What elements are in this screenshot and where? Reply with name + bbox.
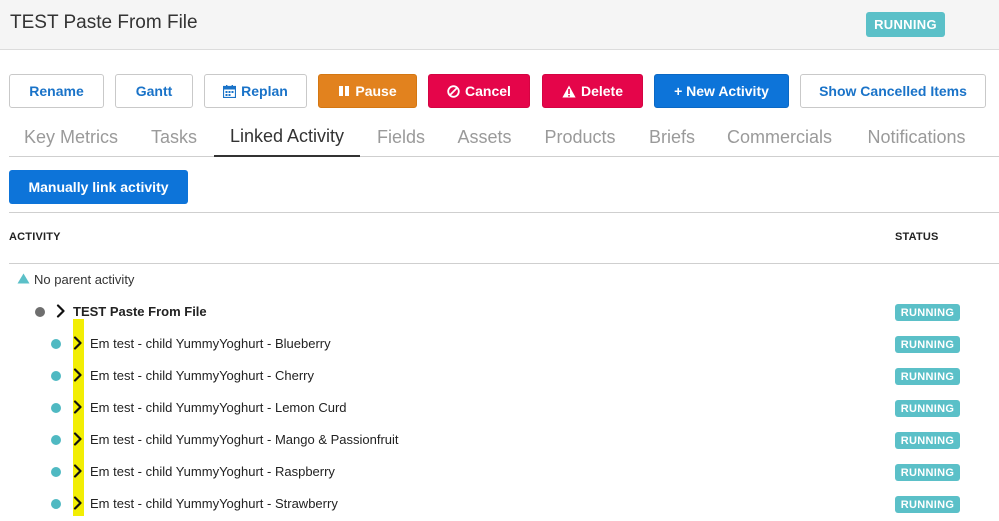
no-parent-label: No parent activity xyxy=(34,272,135,287)
tab-products[interactable]: Products xyxy=(544,118,616,156)
chevron-right-icon[interactable] xyxy=(73,496,83,510)
status-badge: RUNNING xyxy=(895,368,960,385)
divider xyxy=(9,212,999,213)
column-header-activity: ACTIVITY xyxy=(9,231,61,243)
tab-briefs[interactable]: Briefs xyxy=(648,118,696,156)
cancel-button-label: Cancel xyxy=(465,83,511,99)
show-cancelled-items-label: Show Cancelled Items xyxy=(819,83,967,99)
tab-key-metrics[interactable]: Key Metrics xyxy=(24,118,118,156)
status-badge: RUNNING xyxy=(895,432,960,449)
page-title: TEST Paste From File xyxy=(10,12,198,33)
tab-notifications[interactable]: Notifications xyxy=(865,118,968,156)
chevron-right-icon[interactable] xyxy=(73,336,83,350)
no-parent-activity: No parent activity xyxy=(17,272,134,287)
new-activity-button-label: + New Activity xyxy=(674,83,769,99)
activity-name[interactable]: TEST Paste From File xyxy=(73,304,207,319)
status-badge: RUNNING xyxy=(895,304,960,321)
status-badge: RUNNING xyxy=(895,400,960,417)
chevron-right-icon[interactable] xyxy=(73,432,83,446)
status-badge: RUNNING xyxy=(895,336,960,353)
new-activity-button[interactable]: + New Activity xyxy=(654,74,789,108)
tab-linked-activity[interactable]: Linked Activity xyxy=(214,118,360,157)
pause-button[interactable]: Pause xyxy=(318,74,417,108)
header-status-badge: RUNNING xyxy=(866,12,945,37)
show-cancelled-items-button[interactable]: Show Cancelled Items xyxy=(800,74,986,108)
activity-row-child[interactable]: Em test - child YummyYoghurt - Mango & P… xyxy=(0,424,999,456)
activity-row-child[interactable]: Em test - child YummyYoghurt - Raspberry… xyxy=(0,456,999,488)
pause-button-label: Pause xyxy=(355,83,397,99)
divider xyxy=(9,263,999,264)
triangle-up-icon xyxy=(17,272,30,287)
activity-name[interactable]: Em test - child YummyYoghurt - Strawberr… xyxy=(90,496,338,511)
page-header: TEST Paste From File RUNNING xyxy=(0,0,999,50)
activity-name[interactable]: Em test - child YummyYoghurt - Cherry xyxy=(90,368,314,383)
replan-button-label: Replan xyxy=(241,83,288,99)
cancel-button[interactable]: Cancel xyxy=(428,74,530,108)
rename-button-label: Rename xyxy=(29,83,84,99)
status-badge: RUNNING xyxy=(895,464,960,481)
status-dot xyxy=(51,435,61,445)
activity-row-child[interactable]: Em test - child YummyYoghurt - Cherry RU… xyxy=(0,360,999,392)
warning-icon xyxy=(562,85,576,98)
status-dot xyxy=(51,467,61,477)
gantt-button[interactable]: Gantt xyxy=(115,74,193,108)
tab-fields[interactable]: Fields xyxy=(376,118,426,156)
ban-icon xyxy=(447,84,460,98)
activity-row-child[interactable]: Em test - child YummyYoghurt - Lemon Cur… xyxy=(0,392,999,424)
calendar-icon xyxy=(223,84,237,98)
activity-row-parent[interactable]: TEST Paste From File RUNNING xyxy=(0,296,999,328)
tab-bar: Key Metrics Tasks Linked Activity Fields… xyxy=(9,118,999,157)
status-dot xyxy=(51,403,61,413)
chevron-right-icon[interactable] xyxy=(73,368,83,382)
tab-assets[interactable]: Assets xyxy=(457,118,512,156)
pause-icon xyxy=(338,85,350,97)
gantt-button-label: Gantt xyxy=(135,83,173,99)
activity-name[interactable]: Em test - child YummyYoghurt - Raspberry xyxy=(90,464,335,479)
delete-button-label: Delete xyxy=(580,83,624,99)
replan-button[interactable]: Replan xyxy=(204,74,307,108)
activity-row-child[interactable]: Em test - child YummyYoghurt - Strawberr… xyxy=(0,488,999,520)
chevron-right-icon[interactable] xyxy=(73,464,83,478)
activity-name[interactable]: Em test - child YummyYoghurt - Mango & P… xyxy=(90,432,399,447)
delete-button[interactable]: Delete xyxy=(542,74,643,108)
tab-commercials[interactable]: Commercials xyxy=(726,118,833,156)
tab-tasks[interactable]: Tasks xyxy=(150,118,198,156)
chevron-right-icon[interactable] xyxy=(56,304,66,318)
status-badge: RUNNING xyxy=(895,496,960,513)
status-dot xyxy=(51,339,61,349)
chevron-right-icon[interactable] xyxy=(73,400,83,414)
status-dot xyxy=(51,499,61,509)
status-dot xyxy=(51,371,61,381)
activity-row-child[interactable]: Em test - child YummyYoghurt - Blueberry… xyxy=(0,328,999,360)
status-dot xyxy=(35,307,45,317)
rename-button[interactable]: Rename xyxy=(9,74,104,108)
manually-link-activity-button[interactable]: Manually link activity xyxy=(9,170,188,204)
activity-name[interactable]: Em test - child YummyYoghurt - Lemon Cur… xyxy=(90,400,347,415)
column-header-status: STATUS xyxy=(895,231,939,243)
activity-name[interactable]: Em test - child YummyYoghurt - Blueberry xyxy=(90,336,331,351)
